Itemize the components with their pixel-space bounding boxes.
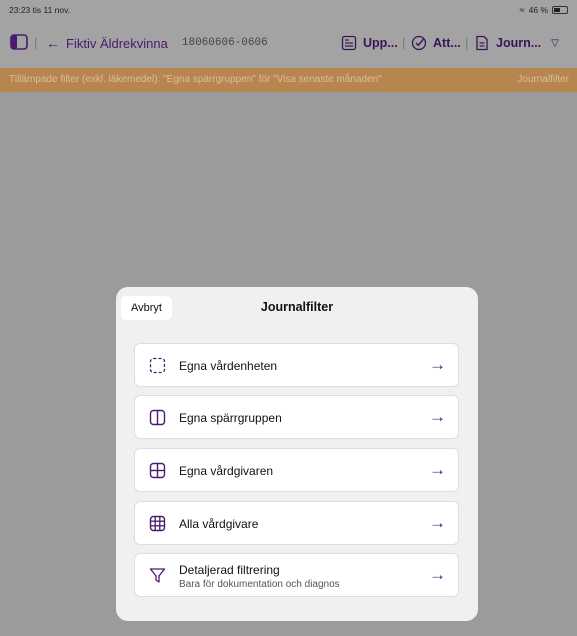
status-right: ≈ 46 % — [520, 5, 568, 15]
tool-journ-label: Journ... — [496, 36, 542, 50]
tool-upp-label: Upp... — [363, 36, 398, 50]
option-label: Detaljerad filtrering — [179, 563, 280, 577]
divider: | — [402, 35, 406, 50]
filter-option-detaljerad-filtrering[interactable]: Detaljerad filtrering Bara för dokumenta… — [134, 553, 459, 597]
wifi-icon: ≈ — [519, 5, 525, 15]
divider: | — [34, 35, 38, 50]
tool-journ-button[interactable]: Journ... ▽ — [474, 35, 559, 51]
tool-att-label: Att... — [433, 36, 461, 50]
dialog-title: Journalfilter — [260, 300, 334, 314]
option-sublabel: Bara för dokumentation och diagnos — [179, 579, 340, 590]
status-time: 23:23 tis 11 nov. — [9, 5, 71, 15]
arrow-right-icon: → — [429, 460, 446, 479]
navigation-bar: | ← Fiktiv Äldrekvinna 18060606-0606 Upp… — [0, 22, 577, 68]
option-label: Egna vårdenheten — [179, 359, 278, 373]
filter-icon — [149, 568, 166, 583]
arrow-right-icon: → — [429, 513, 446, 532]
status-bar: 23:23 tis 11 nov. ≈ 46 % — [0, 0, 577, 22]
dashed-square-icon — [149, 357, 166, 374]
back-arrow-icon: ← — [46, 35, 60, 51]
option-label: Egna vårdgivaren — [179, 464, 274, 478]
journal-filter-link[interactable]: Journalfilter — [517, 74, 569, 85]
filter-option-egna-sparrgruppen[interactable]: Egna spärrgruppen → — [134, 395, 459, 439]
tool-att-button[interactable]: Att... — [411, 35, 461, 51]
back-button[interactable]: ← Fiktiv Äldrekvinna 18060606-0606 — [46, 35, 268, 51]
filter-option-egna-vardgivaren[interactable]: Egna vårdgivaren → — [134, 448, 459, 492]
applied-filter-bar: Tillämpade filter (exkl. läkemedel): "Eg… — [0, 68, 577, 92]
filter-option-alla-vardgivare[interactable]: Alla vårdgivare → — [134, 501, 459, 545]
battery-icon — [552, 6, 568, 14]
tool-upp-button[interactable]: Upp... — [341, 35, 398, 51]
nine-grid-icon — [149, 515, 166, 532]
journal-filter-dialog: Avbryt Journalfilter Egna vårdenheten → … — [116, 287, 478, 621]
dialog-header: Avbryt Journalfilter — [116, 287, 478, 325]
divider: | — [465, 35, 469, 50]
patient-name: Fiktiv Äldrekvinna — [66, 35, 168, 51]
quad-grid-icon — [149, 462, 166, 479]
chevron-down-icon: ▽ — [551, 37, 559, 49]
arrow-right-icon: → — [429, 355, 446, 374]
option-label: Egna spärrgruppen — [179, 411, 282, 425]
filter-option-egna-vardenheten[interactable]: Egna vårdenheten → — [134, 343, 459, 387]
patient-id: 18060606-0606 — [181, 37, 268, 49]
arrow-right-icon: → — [429, 407, 446, 426]
document-icon — [476, 35, 488, 51]
split-square-icon — [149, 409, 166, 426]
sidebar-toggle-icon[interactable] — [10, 34, 28, 50]
battery-percent: 46 % — [528, 5, 548, 15]
check-circle-icon — [411, 35, 427, 51]
document-list-icon — [341, 35, 357, 51]
arrow-right-icon: → — [429, 565, 446, 584]
option-label: Alla vårdgivare — [179, 517, 259, 531]
applied-filter-text: Tillämpade filter (exkl. läkemedel): "Eg… — [9, 74, 382, 85]
